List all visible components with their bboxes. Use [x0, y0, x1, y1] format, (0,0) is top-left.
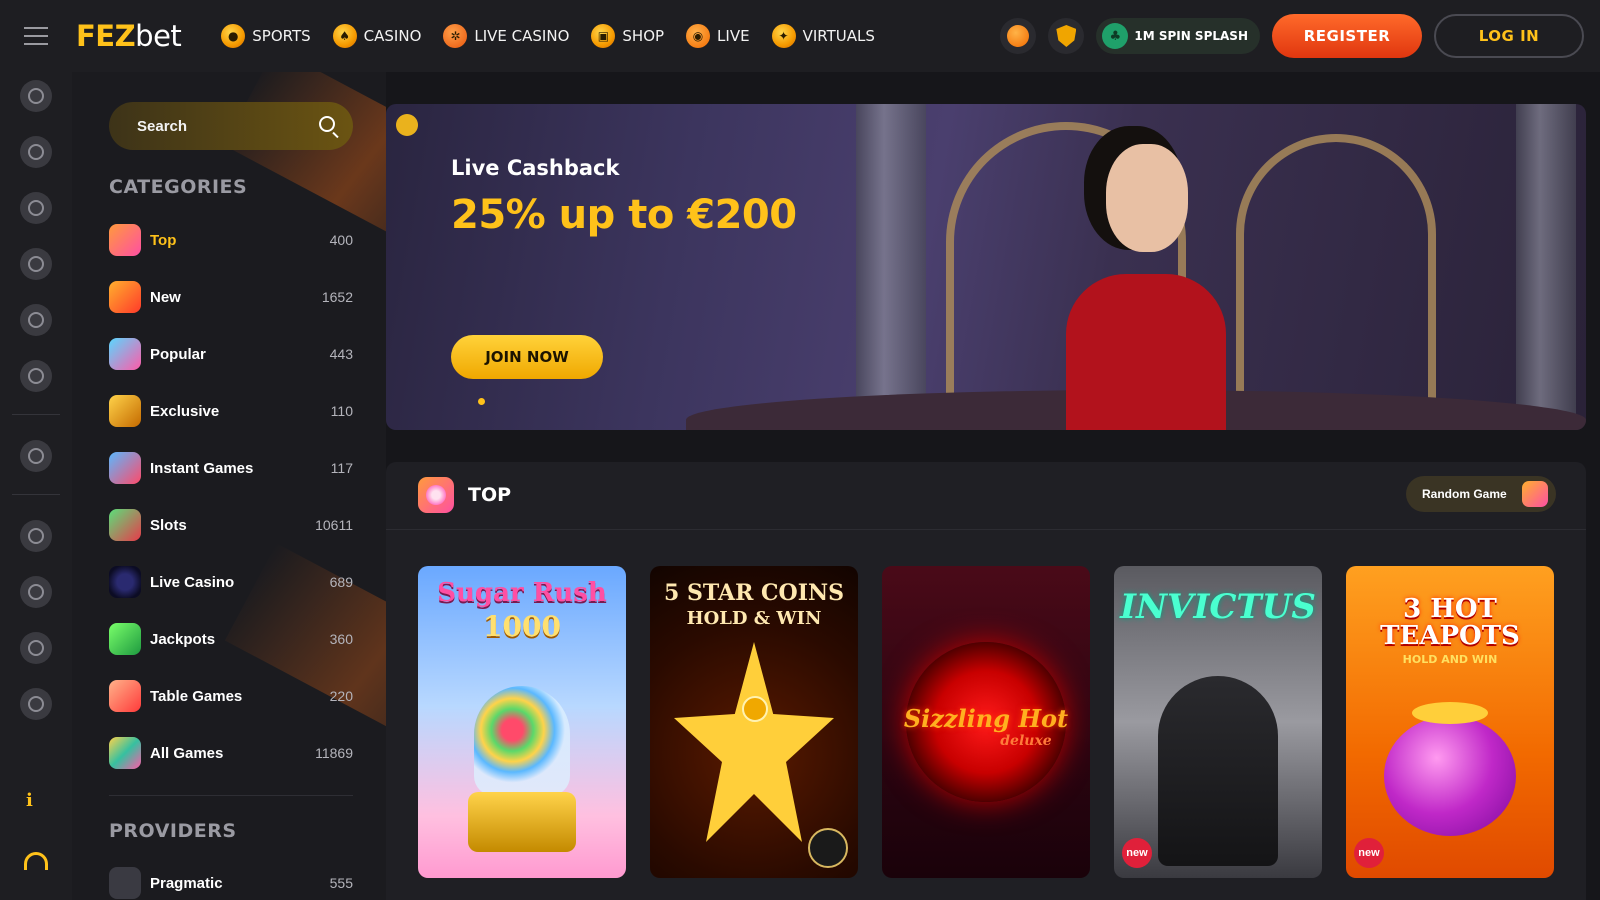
machine-base: [468, 792, 576, 852]
header-actions: ♣ 1M SPIN SPLASH REGISTER LOG IN: [1000, 14, 1584, 58]
top-games-panel: TOP Random Game Sugar Rush 1000 5 STAR C…: [386, 462, 1586, 900]
game-tile-3-hot-teapots[interactable]: 3 HOT TEAPOTS HOLD AND WIN new: [1346, 566, 1554, 878]
jackpot-hunt-badge: [808, 828, 848, 868]
carousel-dot[interactable]: [478, 398, 485, 405]
game-tile-sugar-rush[interactable]: Sugar Rush 1000: [418, 566, 626, 878]
categories-heading: CATEGORIES: [109, 176, 248, 198]
category-live-casino[interactable]: Live Casino 689: [109, 565, 353, 599]
nav-sports[interactable]: ● SPORTS: [221, 24, 311, 48]
category-sidebar: Search CATEGORIES Top 400 New 1652 Popular…: [72, 72, 386, 900]
logo[interactable]: FEZbet: [76, 19, 182, 53]
shopping-bag-icon[interactable]: [20, 688, 52, 720]
palm-tree-icon[interactable]: [20, 80, 52, 112]
promo-banner[interactable]: Live Cashback 25% up to €200 JOIN NOW: [386, 104, 1586, 430]
category-slots[interactable]: Slots 10611: [109, 508, 353, 542]
random-game-button[interactable]: Random Game: [1406, 476, 1556, 512]
banner-kicker: Live Cashback: [451, 156, 620, 180]
provider-pragmatic[interactable]: Pragmatic 555: [109, 866, 353, 900]
banner-pillar: [1516, 104, 1576, 430]
soccer-ball-icon: ●: [221, 24, 246, 48]
category-popular[interactable]: Popular 443: [109, 337, 353, 371]
dealer-figure: [1066, 274, 1226, 430]
category-top[interactable]: Top 400: [109, 223, 353, 257]
star-medal-icon[interactable]: [20, 576, 52, 608]
category-instant-games[interactable]: Instant Games 117: [109, 451, 353, 485]
dealer-face: [1106, 144, 1188, 252]
pragmatic-logo-icon: [109, 867, 141, 899]
main-nav: ● SPORTS ♠ CASINO ✲ LIVE CASINO ▣ SHOP ◉ LIVE…: [221, 24, 875, 48]
dice-icon: [1522, 481, 1548, 507]
shield-badge-icon[interactable]: [1048, 18, 1085, 54]
rail-divider: [12, 494, 60, 495]
palm-tree-icon: ♣: [1102, 23, 1129, 49]
category-exclusive[interactable]: Exclusive 110: [109, 394, 353, 428]
banner-headline: 25% up to €200: [451, 192, 797, 238]
panel-title: TOP: [468, 484, 512, 506]
spade-chip-icon: ♠: [332, 24, 357, 48]
nav-live[interactable]: ◉ LIVE: [686, 24, 750, 48]
headset-support-icon[interactable]: [24, 852, 48, 870]
crescent-promo-icon[interactable]: [1000, 18, 1037, 54]
live-signal-icon: ◉: [686, 24, 711, 48]
diamond-icon: [109, 338, 141, 370]
search-icon[interactable]: [319, 116, 335, 132]
info-icon[interactable]: i: [26, 790, 33, 811]
roulette-wheel-icon: ✲: [443, 24, 468, 48]
roulette-wheel-icon[interactable]: [20, 248, 52, 280]
banner-emblem-icon: [396, 114, 418, 136]
cherries-icon: [109, 509, 141, 541]
register-button[interactable]: REGISTER: [1272, 14, 1422, 58]
virtual-sports-icon: ✦: [771, 24, 796, 48]
category-all-games[interactable]: All Games 11869: [109, 736, 353, 770]
all-games-icon: [109, 737, 141, 769]
nav-shop[interactable]: ▣ SHOP: [591, 24, 664, 48]
top-bar: FEZbet ● SPORTS ♠ CASINO ✲ LIVE CASINO ▣ SHO…: [0, 0, 1600, 72]
game-tile-sizzling-hot[interactable]: Sizzling Hot deluxe: [882, 566, 1090, 878]
top-ring-icon: [109, 224, 141, 256]
category-new[interactable]: New 1652: [109, 280, 353, 314]
fire-gem-icon: [109, 281, 141, 313]
wheel-of-fortune-icon[interactable]: [20, 520, 52, 552]
soccer-ball-icon[interactable]: [20, 136, 52, 168]
category-jackpots[interactable]: Jackpots 360: [109, 622, 353, 656]
top-ring-icon: [418, 477, 454, 513]
category-table-games[interactable]: Table Games 220: [109, 679, 353, 713]
join-now-button[interactable]: JOIN NOW: [451, 335, 603, 379]
rail-divider: [12, 414, 60, 415]
providers-heading: PROVIDERS: [109, 820, 237, 842]
warrior-statue: [1158, 676, 1278, 866]
search-input[interactable]: Search: [109, 102, 353, 150]
nav-live-casino[interactable]: ✲ LIVE CASINO: [443, 24, 569, 48]
hamburger-menu-icon[interactable]: [0, 0, 72, 72]
gold-star: [674, 642, 834, 842]
camera-lens-icon: [109, 566, 141, 598]
new-badge: new: [1354, 838, 1384, 868]
virtual-sports-icon[interactable]: [20, 360, 52, 392]
panel-header: TOP Random Game: [386, 462, 1586, 530]
game-tile-5-star-coins[interactable]: 5 STAR COINS HOLD & WIN: [650, 566, 858, 878]
spin-splash-promo[interactable]: ♣ 1M SPIN SPLASH: [1096, 18, 1260, 54]
shield-badge-icon[interactable]: [20, 440, 52, 472]
teapot: [1384, 716, 1516, 836]
nav-virtuals[interactable]: ✦ VIRTUALS: [771, 24, 875, 48]
clover-icon: [109, 623, 141, 655]
live-signal-icon[interactable]: [20, 304, 52, 336]
dice-icon: [109, 680, 141, 712]
game-tile-invictus[interactable]: INVICTUS new: [1114, 566, 1322, 878]
login-button[interactable]: LOG IN: [1434, 14, 1584, 58]
gold-coin-icon: [109, 395, 141, 427]
trophy-icon[interactable]: [20, 632, 52, 664]
shopping-bag-icon: ▣: [591, 24, 616, 48]
gumball-machine: [474, 686, 570, 796]
icon-rail: i: [0, 72, 72, 900]
sidebar-divider: [109, 795, 353, 796]
banner-arch: [1236, 134, 1436, 430]
rocket-icon: [109, 452, 141, 484]
banner-pillar: [856, 104, 926, 430]
teapot-lid: [1412, 702, 1488, 724]
coin-icon: [742, 696, 768, 722]
spade-chip-icon[interactable]: [20, 192, 52, 224]
new-badge: new: [1122, 838, 1152, 868]
nav-casino[interactable]: ♠ CASINO: [332, 24, 421, 48]
